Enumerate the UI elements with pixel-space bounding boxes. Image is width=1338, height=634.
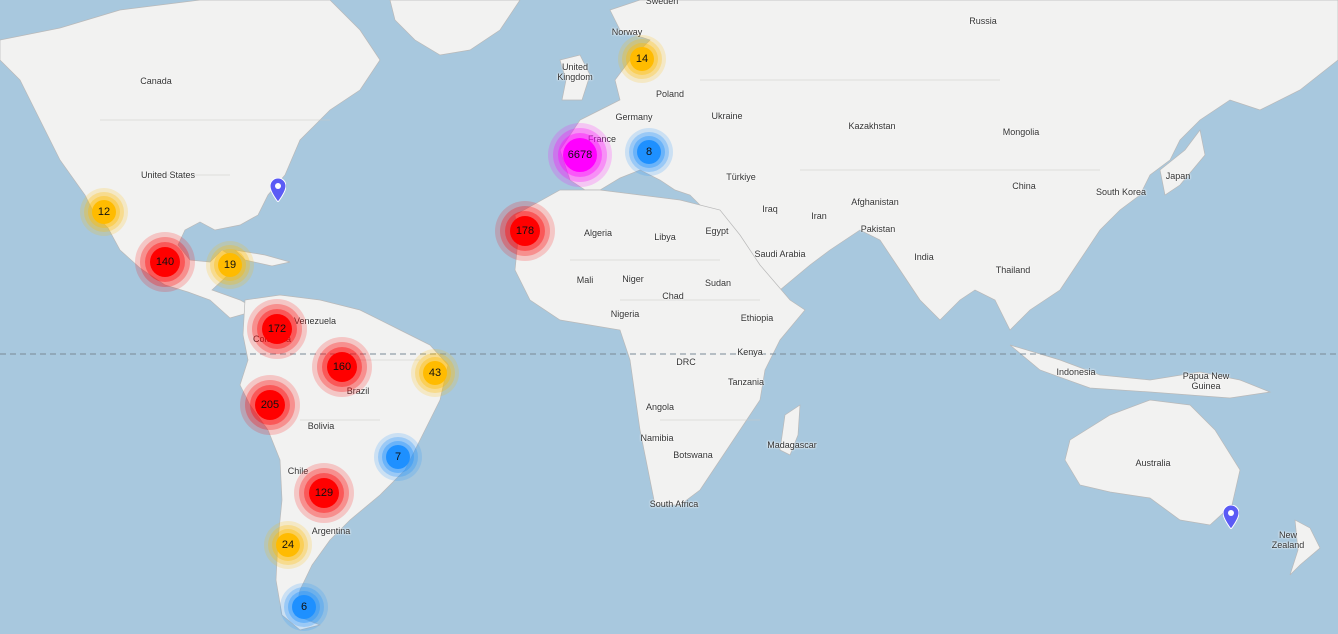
country-label-thailand: Thailand bbox=[995, 265, 1031, 275]
world-map[interactable]: CanadaUnited StatesVenezuelaColombiaBraz… bbox=[0, 0, 1338, 634]
country-label-germany: Germany bbox=[615, 112, 653, 122]
country-label-south-africa: South Africa bbox=[649, 499, 699, 509]
country-label-nigeria: Nigeria bbox=[610, 309, 640, 319]
country-label-kazakhstan: Kazakhstan bbox=[848, 121, 896, 131]
country-label-chad: Chad bbox=[662, 291, 684, 301]
cluster-count: 178 bbox=[510, 216, 540, 246]
country-label-new-zealand: New Zealand bbox=[1271, 530, 1305, 550]
cluster-marker-argentina[interactable]: 129 bbox=[294, 463, 354, 523]
cluster-count: 140 bbox=[150, 247, 180, 277]
country-label-afghanistan: Afghanistan bbox=[851, 197, 899, 207]
cluster-marker-scandinavia[interactable]: 14 bbox=[618, 35, 666, 83]
cluster-count: 43 bbox=[423, 361, 447, 385]
country-label-bolivia: Bolivia bbox=[307, 421, 335, 431]
country-label-saudi-arabia: Saudi Arabia bbox=[754, 249, 806, 259]
country-label-pakistan: Pakistan bbox=[860, 224, 896, 234]
cluster-marker-tierra-del-fuego[interactable]: 6 bbox=[280, 583, 328, 631]
cluster-marker-west-sahara[interactable]: 178 bbox=[495, 201, 555, 261]
country-label-angola: Angola bbox=[645, 402, 675, 412]
country-label-iran: Iran bbox=[811, 211, 827, 221]
country-label-indonesia: Indonesia bbox=[1056, 367, 1096, 377]
country-label-iraq: Iraq bbox=[762, 204, 778, 214]
country-label-madagascar: Madagascar bbox=[767, 440, 817, 450]
country-label-botswana: Botswana bbox=[673, 450, 713, 460]
country-label-papua-new-guinea: Papua New Guinea bbox=[1182, 371, 1230, 391]
country-label-ukraine: Ukraine bbox=[711, 111, 743, 121]
cluster-marker-brazil-south[interactable]: 7 bbox=[374, 433, 422, 481]
country-label-egypt: Egypt bbox=[705, 226, 729, 236]
cluster-count: 205 bbox=[255, 390, 285, 420]
country-label-kenya: Kenya bbox=[737, 347, 763, 357]
cluster-count: 24 bbox=[276, 533, 300, 557]
cluster-count: 160 bbox=[327, 352, 357, 382]
cluster-count: 19 bbox=[218, 253, 242, 277]
country-label-tanzania: Tanzania bbox=[727, 377, 765, 387]
country-label-poland: Poland bbox=[655, 89, 685, 99]
country-label-ethiopia: Ethiopia bbox=[740, 313, 774, 323]
cluster-count: 8 bbox=[637, 140, 661, 164]
country-label-mali: Mali bbox=[576, 275, 594, 285]
country-label-usa: United States bbox=[140, 170, 196, 180]
cluster-marker-patagonia[interactable]: 24 bbox=[264, 521, 312, 569]
country-label-mongolia: Mongolia bbox=[1002, 127, 1040, 137]
cluster-marker-baja[interactable]: 12 bbox=[80, 188, 128, 236]
country-label-russia: Russia bbox=[969, 16, 997, 26]
country-label-uk: United Kingdom bbox=[557, 62, 593, 82]
country-label-algeria: Algeria bbox=[583, 228, 613, 238]
cluster-marker-yucatan[interactable]: 19 bbox=[206, 241, 254, 289]
country-label-australia: Australia bbox=[1135, 458, 1171, 468]
cluster-marker-brazil-east[interactable]: 43 bbox=[411, 349, 459, 397]
country-label-sweden: Sweden bbox=[645, 0, 679, 6]
country-label-namibia: Namibia bbox=[640, 433, 674, 443]
country-label-libya: Libya bbox=[654, 232, 676, 242]
cluster-marker-brazil-north[interactable]: 160 bbox=[312, 337, 372, 397]
country-label-niger: Niger bbox=[622, 274, 644, 284]
cluster-count: 12 bbox=[92, 200, 116, 224]
cluster-marker-mexico[interactable]: 140 bbox=[135, 232, 195, 292]
cluster-count: 172 bbox=[262, 314, 292, 344]
country-label-drc: DRC bbox=[676, 357, 696, 367]
cluster-count: 129 bbox=[309, 478, 339, 508]
cluster-marker-peru[interactable]: 205 bbox=[240, 375, 300, 435]
country-label-turkiye: Türkiye bbox=[726, 172, 756, 182]
country-label-india: India bbox=[914, 252, 934, 262]
cluster-marker-europe[interactable]: 6678 bbox=[548, 123, 612, 187]
country-label-china: China bbox=[1012, 181, 1036, 191]
country-label-south-korea: South Korea bbox=[1095, 187, 1147, 197]
country-label-argentina: Argentina bbox=[311, 526, 351, 536]
cluster-marker-italy[interactable]: 8 bbox=[625, 128, 673, 176]
cluster-count: 14 bbox=[630, 47, 654, 71]
cluster-count: 6 bbox=[292, 595, 316, 619]
cluster-count: 7 bbox=[386, 445, 410, 469]
country-label-sudan: Sudan bbox=[704, 278, 732, 288]
country-label-japan: Japan bbox=[1165, 171, 1191, 181]
country-label-canada: Canada bbox=[140, 76, 172, 86]
cluster-marker-colombia[interactable]: 172 bbox=[247, 299, 307, 359]
cluster-count: 6678 bbox=[563, 138, 597, 172]
